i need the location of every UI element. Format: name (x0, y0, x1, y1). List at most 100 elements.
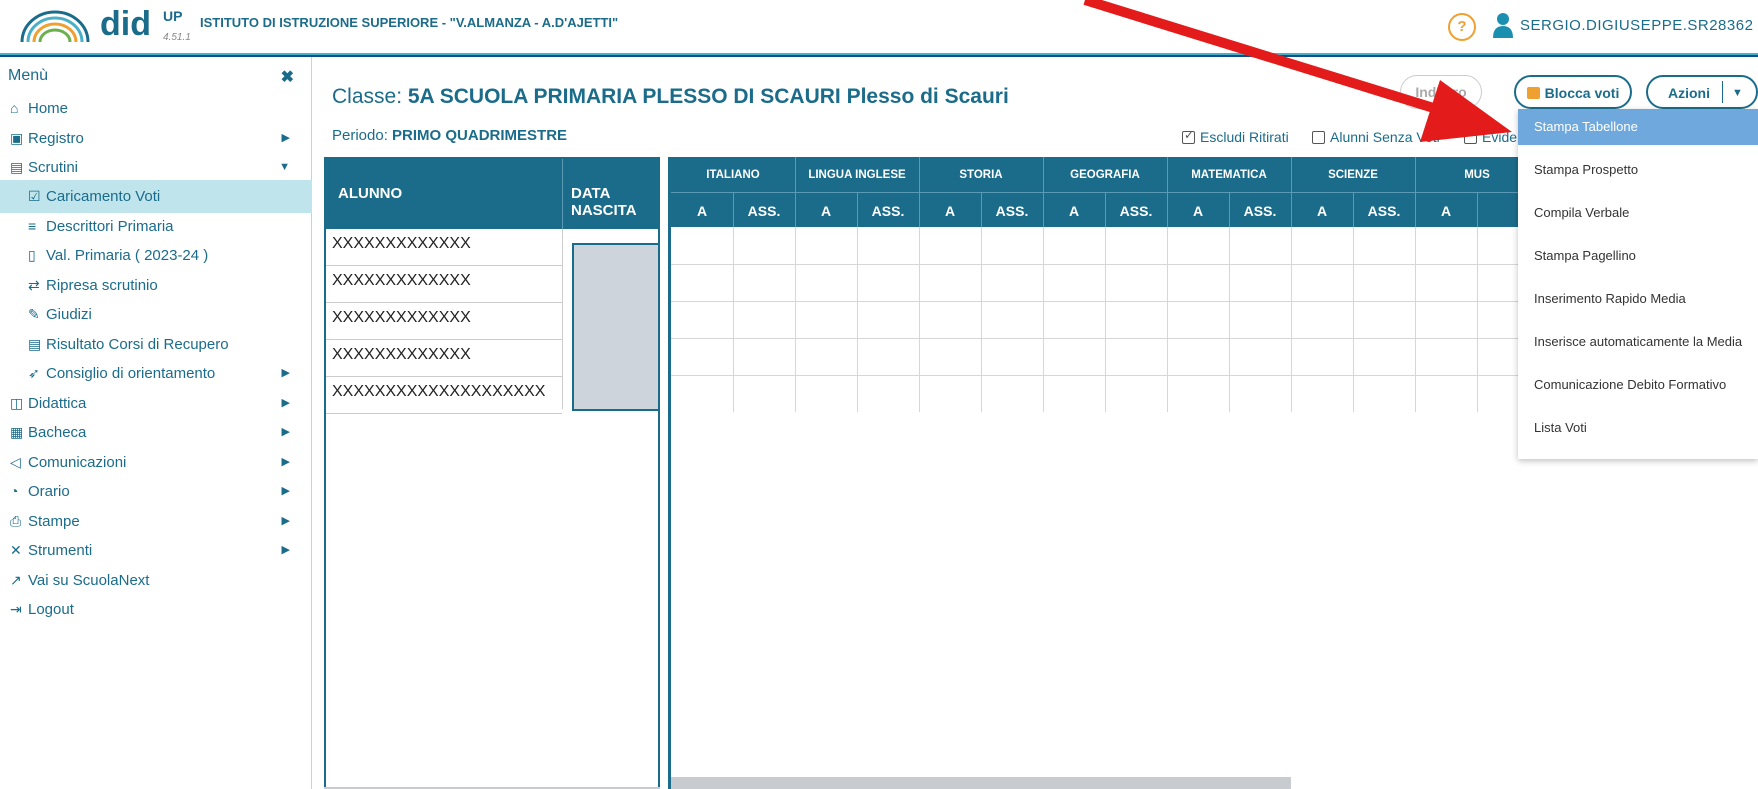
sidebar-item-label: Stampe (28, 513, 80, 530)
table-row[interactable]: XXXXXXXXXXXXXXXXXXXX (326, 377, 562, 414)
sidebar-item-consiglio[interactable]: ➶ Consiglio di orientamento ▶ (0, 357, 312, 390)
header-divider (795, 157, 796, 227)
lock-votes-button[interactable]: Blocca voti (1514, 75, 1632, 109)
header-divider (1105, 192, 1106, 227)
sub-ass: ASS. (1243, 203, 1277, 219)
subject-scienze[interactable]: SCIENZE (1291, 169, 1415, 181)
evidenzia-checkbox[interactable] (1464, 131, 1477, 144)
header-divider (1229, 192, 1230, 227)
escludi-checkbox[interactable] (1182, 128, 1195, 144)
back-button[interactable]: Indietro (1400, 75, 1482, 109)
sidebar-item-label: Descrittori Primaria (46, 218, 174, 235)
grid-line (1415, 227, 1416, 412)
header-divider (562, 159, 563, 229)
app-version: 4.51.1 (163, 32, 191, 43)
actions-dropdown: Stampa Tabellone Stampa Prospetto Compil… (1518, 109, 1758, 459)
sub-a: A (944, 203, 956, 219)
sidebar-item-label: Consiglio di orientamento (46, 365, 216, 382)
birthdate-redacted-box (572, 243, 660, 411)
table-row[interactable]: XXXXXXXXXXXXX (326, 266, 562, 303)
sidebar-item-label: Ripresa scrutinio (46, 277, 158, 294)
menu-header: Menù ✖ (0, 67, 312, 91)
sub-a: A (1316, 203, 1328, 219)
sub-a: A (1068, 203, 1080, 219)
logout-icon: ⇥ (10, 601, 22, 617)
evidenzia-label: Evide (1482, 129, 1518, 145)
senza-voti-checkbox[interactable] (1312, 131, 1325, 144)
menu-item-debito-formativo[interactable]: Comunicazione Debito Formativo (1518, 367, 1758, 403)
periodo: Periodo: PRIMO QUADRIMESTRE (332, 127, 567, 144)
sidebar-item-label: Logout (28, 601, 74, 618)
sidebar-item-label: Vai su ScuolaNext (28, 572, 150, 589)
horizontal-scrollbar[interactable] (671, 777, 1291, 789)
header-divider (981, 192, 982, 227)
subject-matematica[interactable]: MATEMATICA (1167, 169, 1291, 181)
sidebar-item-caricamento-voti[interactable]: ☑ Caricamento Voti (0, 180, 312, 213)
sub-a: A (1440, 203, 1452, 219)
lock-icon (1526, 87, 1540, 99)
menu-item-inserisce-media[interactable]: Inserisce automaticamente la Media (1518, 324, 1758, 360)
menu-item-inserimento-rapido[interactable]: Inserimento Rapido Media (1518, 281, 1758, 317)
header-divider (1043, 157, 1044, 227)
header-divider (857, 192, 858, 227)
menu-item-compila-verbale[interactable]: Compila Verbale (1518, 195, 1758, 231)
chevron-right-icon: ▶ (281, 544, 290, 556)
col-data-nascita[interactable]: DATA NASCITA (571, 185, 658, 219)
actions-label: Azioni (1668, 85, 1710, 101)
escludi-ritirati-option[interactable]: Escludi Ritirati (1182, 128, 1289, 145)
edit-icon: ✎ (28, 306, 40, 322)
close-menu-icon[interactable]: ✖ (281, 67, 294, 87)
sidebar-item-val-primaria[interactable]: ▯ Val. Primaria ( 2023-24 ) (0, 239, 312, 272)
clock-icon: ◔ (10, 483, 19, 499)
grid-line (981, 227, 982, 412)
col-alunno[interactable]: ALUNNO (338, 185, 402, 202)
senza-voti-option[interactable]: Alunni Senza Voti (1312, 129, 1440, 145)
rocket-icon: ➶ (28, 365, 40, 381)
sidebar-item-bacheca[interactable]: ▦ Bacheca ▶ (0, 416, 312, 449)
header-divider (733, 192, 734, 227)
help-button[interactable]: ? (1448, 13, 1476, 41)
sub-ass: ASS. (1367, 203, 1401, 219)
subject-inglese[interactable]: LINGUA INGLESE (795, 169, 919, 181)
page-title: Classe: 5A SCUOLA PRIMARIA PLESSO DI SCA… (332, 85, 1009, 109)
sub-ass: ASS. (871, 203, 905, 219)
sidebar-item-label: Bacheca (28, 424, 87, 441)
subject-geografia[interactable]: GEOGRAFIA (1043, 169, 1167, 181)
menu-item-lista-voti[interactable]: Lista Voti (1518, 410, 1758, 446)
senza-voti-label: Alunni Senza Voti (1330, 129, 1440, 145)
sidebar-item-logout[interactable]: ⇥ Logout (0, 593, 312, 626)
subject-italiano[interactable]: ITALIANO (671, 169, 795, 181)
grid-line (1167, 227, 1168, 412)
sub-ass: ASS. (747, 203, 781, 219)
grid-line (1291, 227, 1292, 412)
sidebar-item-strumenti[interactable]: ✕ Strumenti ▶ (0, 534, 312, 567)
menu-item-stampa-prospetto[interactable]: Stampa Prospetto (1518, 152, 1758, 188)
sidebar-item-giudizi[interactable]: ✎ Giudizi (0, 298, 312, 331)
periodo-label: Periodo: (332, 127, 393, 144)
table-row[interactable]: XXXXXXXXXXXXX (326, 303, 562, 340)
logo-icon (20, 10, 90, 43)
user-name[interactable]: SERGIO.DIGIUSEPPE.SR28362 (1520, 17, 1753, 34)
grid-line (1043, 227, 1044, 412)
page-icon: ▯ (28, 247, 36, 263)
table-row[interactable]: XXXXXXXXXXXXX (326, 340, 562, 377)
subject-storia[interactable]: STORIA (919, 169, 1043, 181)
actions-button[interactable]: Azioni ▼ (1646, 75, 1758, 109)
menu-item-stampa-tabellone[interactable]: Stampa Tabellone (1518, 109, 1758, 145)
sidebar-item-label: Registro (28, 130, 84, 147)
sidebar-item-label: Strumenti (28, 542, 93, 559)
sub-ass: ASS. (995, 203, 1029, 219)
sidebar-item-label: Risultato Corsi di Recupero (46, 336, 229, 353)
evidenzia-option[interactable]: Evide (1464, 129, 1517, 145)
table-row[interactable]: XXXXXXXXXXXXX (326, 229, 562, 266)
sidebar-item-orario[interactable]: ◔ Orario ▶ (0, 475, 312, 508)
grid-line (795, 227, 796, 412)
logo-text: did (100, 5, 151, 43)
classe-value: 5A SCUOLA PRIMARIA PLESSO DI SCAURI Ples… (407, 85, 1009, 108)
menu-item-stampa-pagellino[interactable]: Stampa Pagellino (1518, 238, 1758, 274)
user-icon[interactable] (1492, 12, 1514, 38)
home-icon: ⌂ (10, 100, 19, 116)
lock-votes-label: Blocca voti (1544, 85, 1620, 101)
chevron-down-icon[interactable]: ▼ (1732, 77, 1743, 109)
sidebar-item-home[interactable]: ⌂ Home (0, 92, 312, 125)
